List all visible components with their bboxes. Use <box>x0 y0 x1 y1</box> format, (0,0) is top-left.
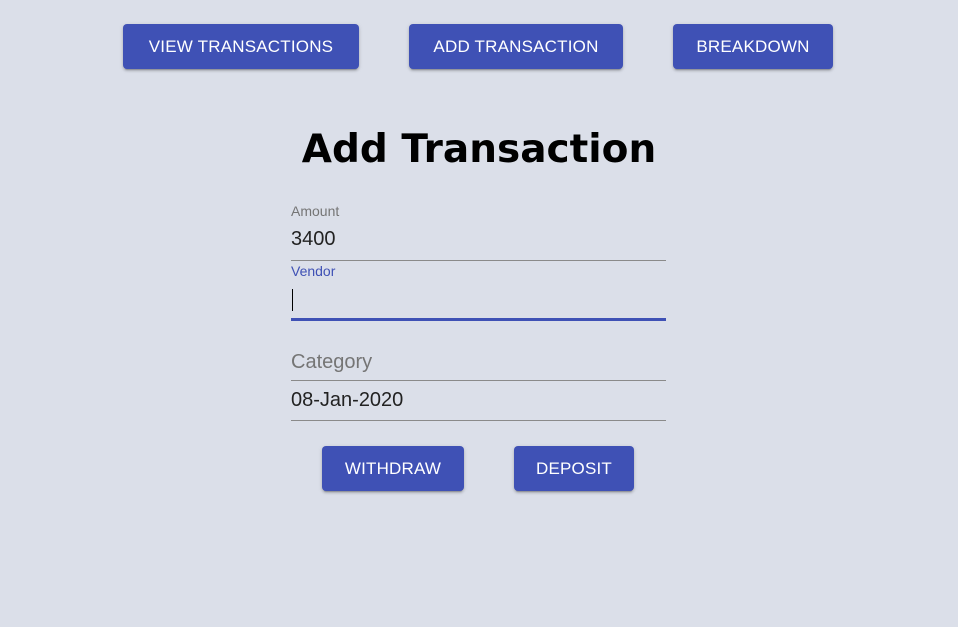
category-field <box>291 340 666 382</box>
amount-field: Amount <box>291 200 666 262</box>
amount-input[interactable] <box>291 227 666 251</box>
vendor-input[interactable] <box>291 287 666 311</box>
amount-label: Amount <box>291 203 340 219</box>
deposit-button[interactable]: DEPOSIT <box>514 446 634 491</box>
vendor-label: Vendor <box>291 263 336 279</box>
page-title: Add Transaction <box>301 127 657 172</box>
date-field <box>291 382 666 422</box>
date-underline <box>291 420 666 421</box>
view-transactions-button[interactable]: VIEW TRANSACTIONS <box>123 24 359 69</box>
date-input[interactable] <box>291 387 666 413</box>
withdraw-button[interactable]: WITHDRAW <box>322 446 464 491</box>
add-transaction-button[interactable]: ADD TRANSACTION <box>409 24 623 69</box>
category-underline <box>291 380 666 381</box>
vendor-field: Vendor <box>291 260 666 322</box>
category-input[interactable] <box>291 349 666 375</box>
vendor-underline-focused <box>291 318 666 321</box>
breakdown-button[interactable]: BREAKDOWN <box>673 24 833 69</box>
